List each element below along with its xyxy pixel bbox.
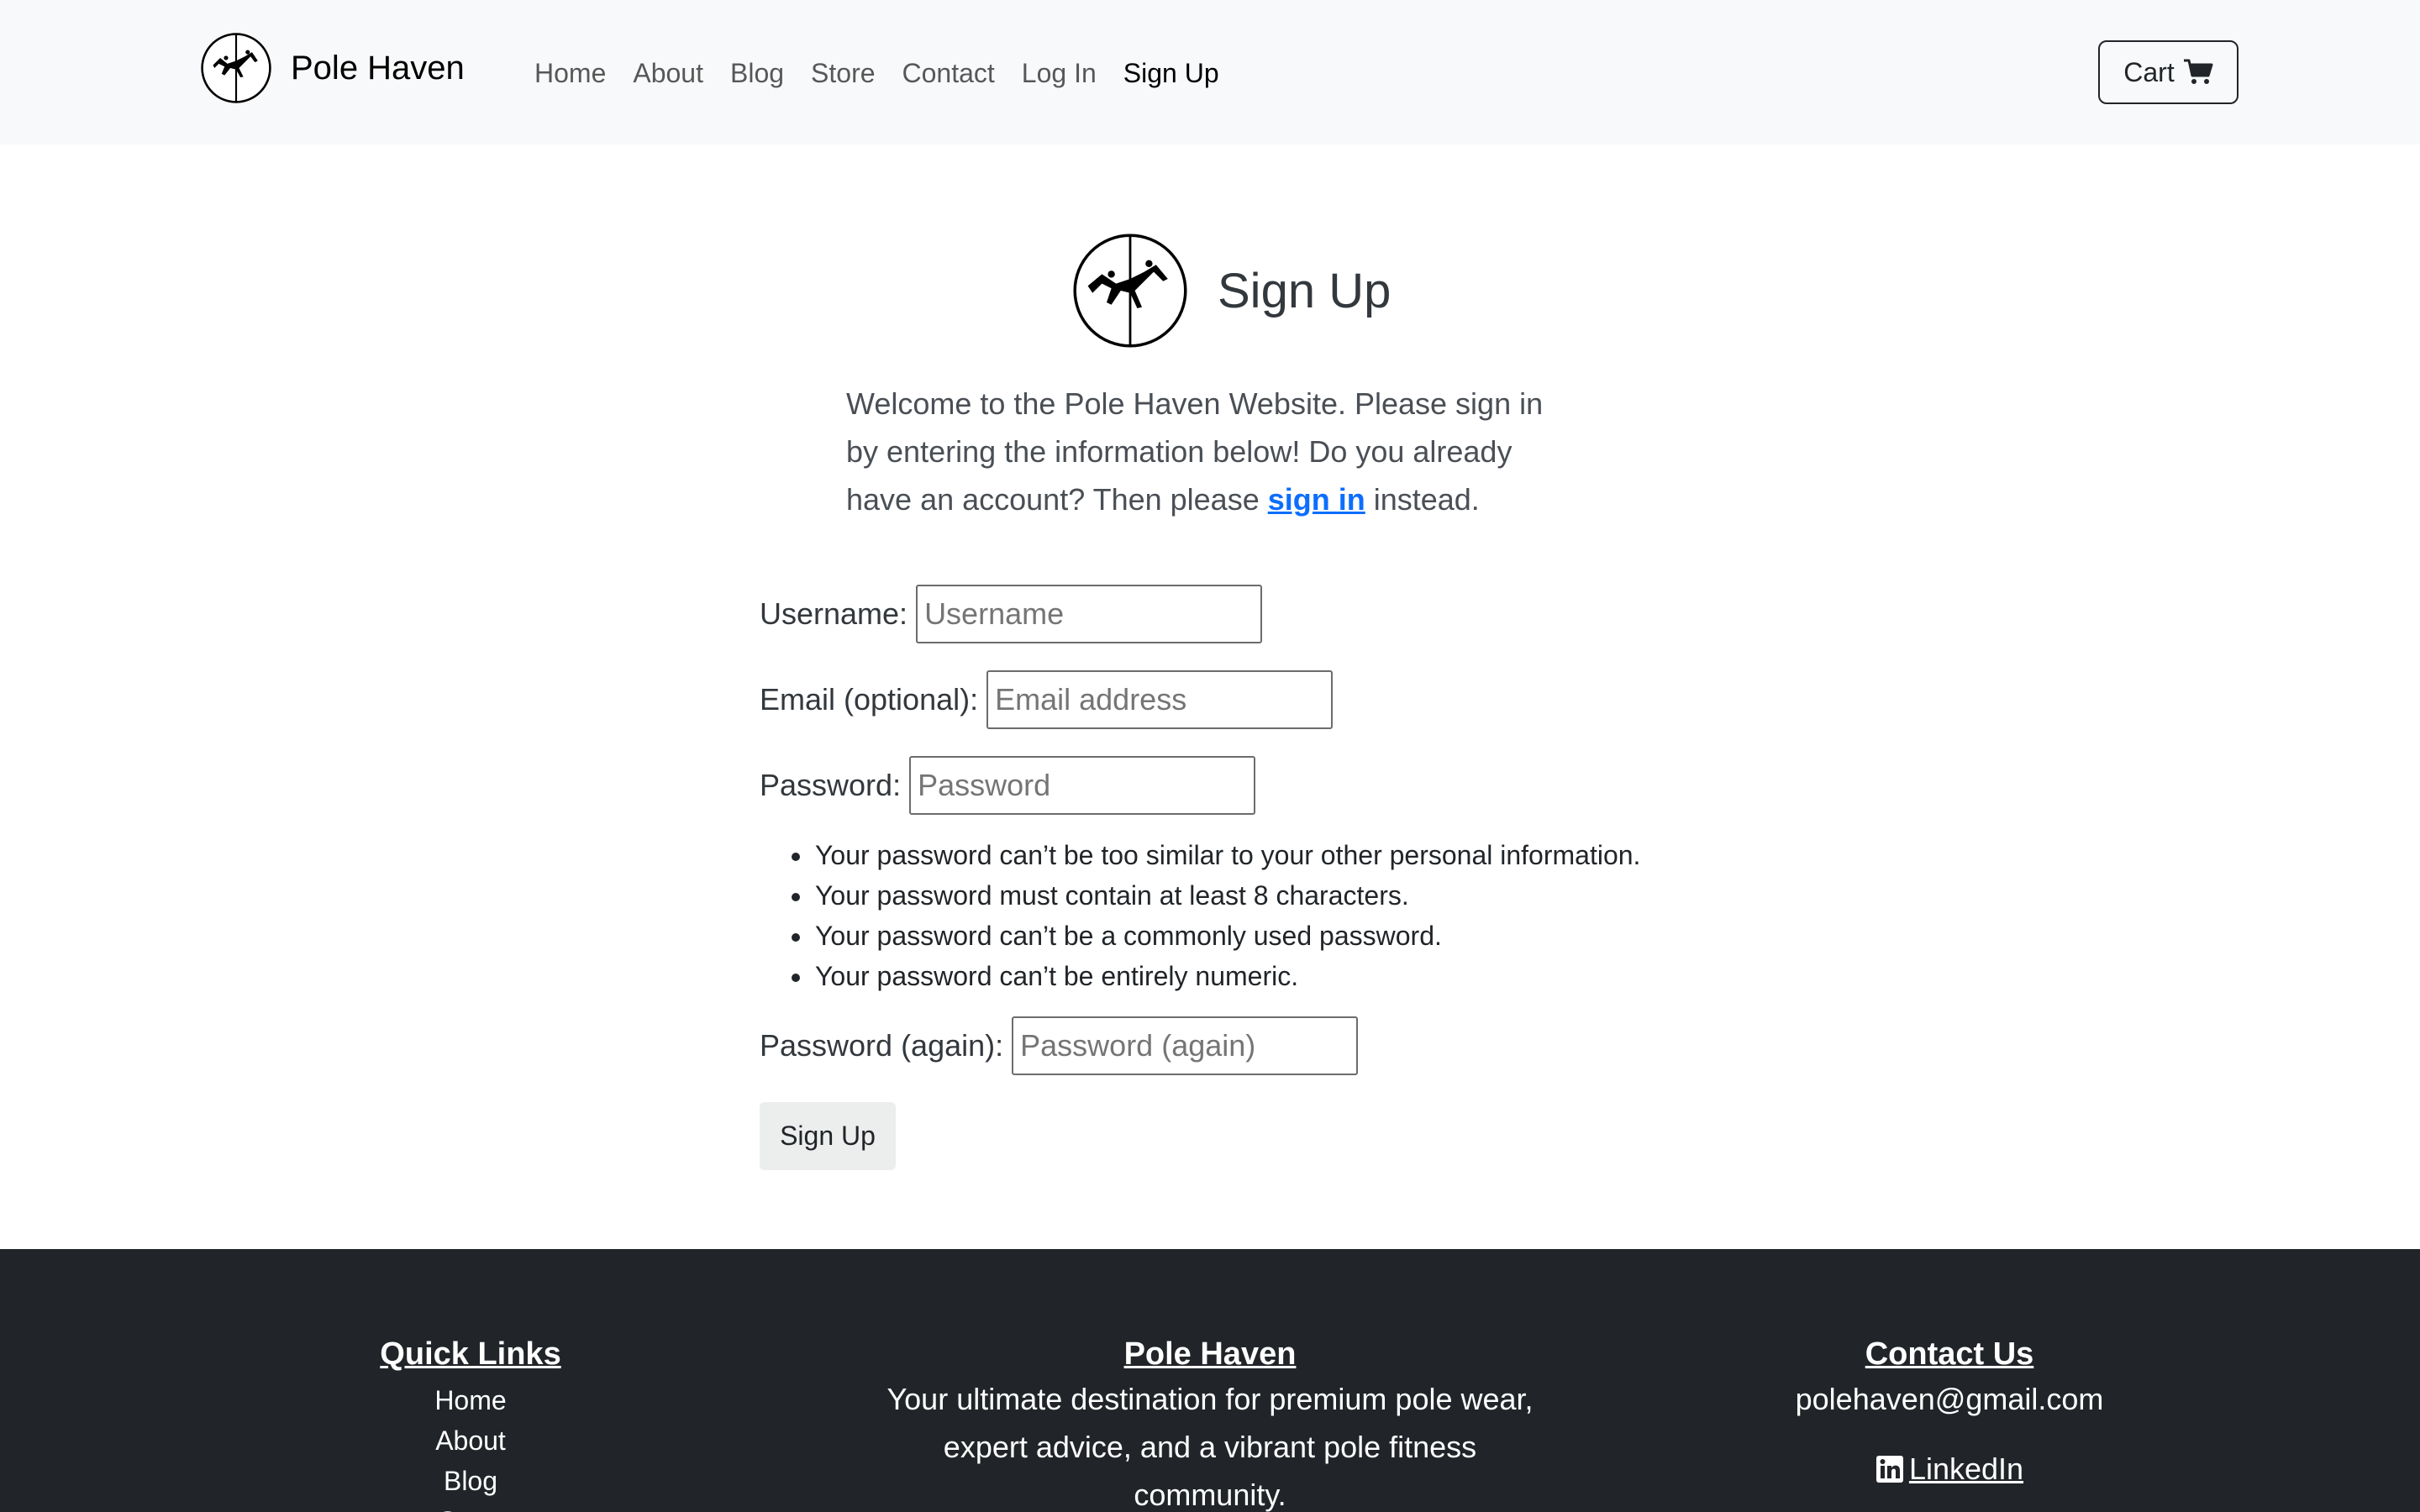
brand[interactable]: Pole Haven xyxy=(200,32,465,104)
footer-quick-links-heading: Quick Links xyxy=(380,1336,561,1372)
email-input[interactable] xyxy=(986,670,1334,729)
email-label: Email (optional): xyxy=(760,682,979,717)
pole-dancer-logo-icon xyxy=(1073,234,1187,348)
footer-link-blog[interactable]: Blog xyxy=(302,1461,639,1501)
navbar: Pole Haven Home About Blog Store Contact… xyxy=(0,0,2420,144)
footer-link-store[interactable]: Store xyxy=(302,1501,639,1512)
footer-about-heading: Pole Haven xyxy=(1123,1336,1297,1372)
nav-link-contact[interactable]: Contact xyxy=(902,52,995,94)
cart-label: Cart xyxy=(2123,56,2175,87)
intro-text-end: instead. xyxy=(1365,482,1480,517)
email-row: Email (optional): xyxy=(760,670,1852,729)
password-help-item: Your password can’t be too similar to yo… xyxy=(813,835,1852,875)
footer-about-text: Your ultimate destination for premium po… xyxy=(886,1382,1534,1512)
title-block: Sign Up xyxy=(1071,232,1391,349)
footer-link-home[interactable]: Home xyxy=(302,1380,639,1420)
footer-contact-heading: Contact Us xyxy=(1865,1336,2034,1372)
instagram-label: Instagram xyxy=(1882,1502,2017,1512)
nav-link-store[interactable]: Store xyxy=(811,52,875,94)
pole-dancer-logo-icon xyxy=(201,33,271,103)
page-title: Sign Up xyxy=(1218,263,1392,318)
password-help-item: Your password must contain at least 8 ch… xyxy=(813,875,1852,916)
nav-link-blog[interactable]: Blog xyxy=(730,52,784,94)
linkedin-link[interactable]: LinkedIn xyxy=(1781,1448,2118,1490)
signup-submit-button[interactable]: Sign Up xyxy=(760,1102,896,1170)
instagram-link[interactable]: Instagram xyxy=(1781,1502,2118,1512)
intro-text: Welcome to the Pole Haven Website. Pleas… xyxy=(846,380,1577,523)
password-label: Password: xyxy=(760,768,902,802)
nav-links: Home About Blog Store Contact Log In Sig… xyxy=(534,52,1219,94)
sign-in-link[interactable]: sign in xyxy=(1268,482,1365,517)
footer-contact: Contact Us polehaven@gmail.com LinkedIn … xyxy=(1781,1333,2118,1512)
footer-quick-links: Quick Links Home About Blog Store xyxy=(302,1333,639,1512)
signup-form: Username: Email (optional): Password: Yo… xyxy=(760,585,1852,1170)
nav-link-signup[interactable]: Sign Up xyxy=(1123,52,1219,94)
nav-link-login[interactable]: Log In xyxy=(1022,52,1097,94)
linkedin-label: LinkedIn xyxy=(1908,1452,2024,1486)
password-again-input[interactable] xyxy=(1012,1016,1359,1075)
password-help-list: Your password can’t be too similar to yo… xyxy=(813,835,1852,996)
password-again-label: Password (again): xyxy=(760,1028,1004,1063)
username-row: Username: xyxy=(760,585,1852,643)
username-label: Username: xyxy=(760,596,908,631)
password-row: Password: xyxy=(760,756,1852,815)
password-help-item: Your password can’t be a commonly used p… xyxy=(813,916,1852,956)
contact-email: polehaven@gmail.com xyxy=(1795,1382,2104,1416)
shopping-cart-icon xyxy=(2183,59,2213,84)
footer-link-about[interactable]: About xyxy=(302,1420,639,1461)
nav-link-home[interactable]: Home xyxy=(534,52,606,94)
password-help-item: Your password can’t be entirely numeric. xyxy=(813,956,1852,996)
nav-link-about[interactable]: About xyxy=(633,52,703,94)
cart-button[interactable]: Cart xyxy=(2098,40,2238,104)
brand-name: Pole Haven xyxy=(291,49,465,87)
linkedin-icon xyxy=(1876,1456,1903,1483)
password-input[interactable] xyxy=(909,756,1256,815)
password-again-row: Password (again): xyxy=(760,1016,1852,1075)
footer: Quick Links Home About Blog Store Pole H… xyxy=(0,1249,2420,1512)
footer-about: Pole Haven Your ultimate destination for… xyxy=(874,1333,1546,1512)
username-input[interactable] xyxy=(916,585,1263,643)
